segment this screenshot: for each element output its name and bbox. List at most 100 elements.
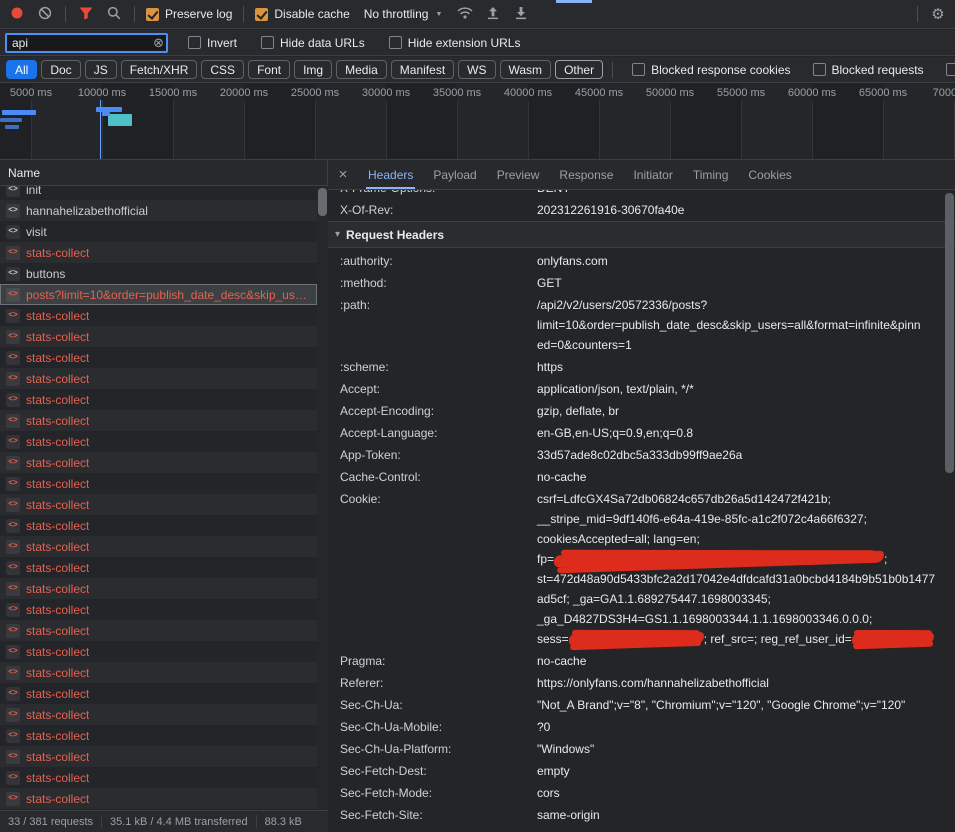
tab-response[interactable]: Response [549, 160, 623, 189]
request-row[interactable]: <>stats-collect [0, 557, 317, 578]
request-row[interactable]: <>stats-collect [0, 347, 317, 368]
filter-checkbox-blocked-requests[interactable]: Blocked requests [809, 63, 928, 77]
header-name: Cache-Control: [328, 467, 537, 487]
type-filter-wasm[interactable]: Wasm [500, 60, 552, 79]
throttling-dropdown[interactable]: No throttling ▼ [356, 7, 451, 21]
request-row[interactable]: <>stats-collect [0, 620, 317, 641]
request-row[interactable]: <>stats-collect [0, 536, 317, 557]
record-button[interactable] [4, 2, 30, 26]
script-icon: <> [6, 687, 20, 701]
type-filter-font[interactable]: Font [248, 60, 290, 79]
request-row[interactable]: <>stats-collect [0, 242, 317, 263]
request-list-scrollbar[interactable] [317, 186, 328, 810]
request-row[interactable]: <>stats-collect [0, 494, 317, 515]
search-button[interactable] [101, 2, 127, 26]
request-row[interactable]: <>stats-collect [0, 725, 317, 746]
request-row[interactable]: <>stats-collect [0, 788, 317, 809]
request-name: stats-collect [26, 582, 89, 596]
request-row[interactable]: <>posts?limit=10&order=publish_date_desc… [0, 284, 317, 305]
type-filter-fetch-xhr[interactable]: Fetch/XHR [121, 60, 198, 79]
request-headers-section-header[interactable]: ▾ Request Headers [328, 221, 955, 248]
scrollbar-thumb[interactable] [318, 188, 327, 216]
request-row[interactable]: <>stats-collect [0, 515, 317, 536]
request-row[interactable]: <>stats-collect [0, 431, 317, 452]
request-name: stats-collect [26, 309, 89, 323]
network-overview-timeline[interactable]: 5000 ms10000 ms15000 ms20000 ms25000 ms3… [0, 84, 955, 160]
type-filter-css[interactable]: CSS [201, 60, 244, 79]
request-row[interactable]: <>stats-collect [0, 704, 317, 725]
preserve-log-checkbox[interactable]: Preserve log [142, 7, 236, 21]
request-row[interactable]: <>stats-collect [0, 410, 317, 431]
type-filter-doc[interactable]: Doc [41, 60, 80, 79]
header-row: Sec-Ch-Ua-Platform:"Windows" [328, 738, 955, 760]
header-value: 202312261916-30670fa40e [537, 200, 955, 220]
tab-payload[interactable]: Payload [423, 160, 486, 189]
type-filter-media[interactable]: Media [336, 60, 387, 79]
disable-cache-checkbox[interactable]: Disable cache [251, 7, 353, 21]
tab-headers[interactable]: Headers [358, 160, 423, 189]
name-column-header[interactable]: Name [0, 160, 327, 186]
request-row[interactable]: <>stats-collect [0, 368, 317, 389]
close-icon[interactable]: × [328, 166, 358, 183]
request-row[interactable]: <>stats-collect [0, 599, 317, 620]
header-name: Pragma: [328, 651, 537, 671]
export-har-button[interactable] [508, 2, 534, 26]
request-row[interactable]: <>stats-collect [0, 578, 317, 599]
throttling-value: No throttling [364, 7, 429, 21]
request-row[interactable]: <>stats-collect [0, 683, 317, 704]
script-icon: <> [6, 477, 20, 491]
type-filter-ws[interactable]: WS [458, 60, 495, 79]
request-row[interactable]: <>stats-collect [0, 662, 317, 683]
header-value: empty [537, 761, 955, 781]
type-filter-img[interactable]: Img [294, 60, 332, 79]
script-icon: <> [6, 288, 20, 302]
filter-checkbox-blocked-response-cookies[interactable]: Blocked response cookies [628, 63, 794, 77]
header-value: 16785:5aad9602cf110608b03133de563642fac1… [537, 827, 955, 832]
header-value-text: same-origin [537, 808, 600, 822]
tab-preview[interactable]: Preview [487, 160, 550, 189]
header-value-line: cookiesAccepted=all; lang=en; [537, 529, 939, 549]
hide-data-urls-checkbox[interactable]: Hide data URLs [257, 36, 369, 50]
network-conditions-button[interactable] [452, 2, 478, 26]
type-filter-manifest[interactable]: Manifest [391, 60, 454, 79]
type-filter-other[interactable]: Other [555, 60, 603, 79]
request-row[interactable]: <>stats-collect [0, 767, 317, 788]
time-tick-label: 55000 ms [717, 87, 765, 99]
request-row[interactable]: <>stats-collect [0, 746, 317, 767]
detail-scrollbar-thumb[interactable] [945, 193, 954, 473]
script-icon: <> [6, 435, 20, 449]
tab-timing[interactable]: Timing [683, 160, 739, 189]
clear-button[interactable] [32, 2, 58, 26]
request-name: stats-collect [26, 645, 89, 659]
request-row[interactable]: <>stats-collect [0, 473, 317, 494]
settings-button[interactable]: ⚙ [925, 2, 951, 26]
filter-checkbox-3rd-party-requests[interactable]: 3rd-party requests [942, 63, 955, 77]
checkbox-label: Blocked requests [832, 63, 924, 77]
tab-cookies[interactable]: Cookies [738, 160, 801, 189]
request-row[interactable]: <>hannahelizabethofficial [0, 200, 317, 221]
script-icon: <> [6, 414, 20, 428]
request-row[interactable]: <>buttons [0, 263, 317, 284]
header-value-line: 202312261916-30670fa40e [537, 200, 939, 220]
request-row[interactable]: <>visit [0, 221, 317, 242]
request-row[interactable]: <>stats-collect [0, 452, 317, 473]
request-row[interactable]: <>stats-collect [0, 641, 317, 662]
header-row: Sec-Ch-Ua-Mobile:?0 [328, 716, 955, 738]
tab-initiator[interactable]: Initiator [623, 160, 682, 189]
overview-activity-bar [2, 110, 36, 115]
hide-extension-urls-checkbox[interactable]: Hide extension URLs [385, 36, 525, 50]
filter-button[interactable] [73, 2, 99, 26]
import-har-button[interactable] [480, 2, 506, 26]
type-filter-all[interactable]: All [6, 60, 37, 79]
type-filter-js[interactable]: JS [85, 60, 117, 79]
invert-checkbox[interactable]: Invert [184, 36, 241, 50]
request-row[interactable]: <>stats-collect [0, 326, 317, 347]
filter-input[interactable] [5, 33, 168, 53]
script-icon: <> [6, 729, 20, 743]
request-row[interactable]: <>stats-collect [0, 305, 317, 326]
header-row: :scheme:https [328, 356, 955, 378]
request-row[interactable]: <>stats-collect [0, 389, 317, 410]
request-row[interactable]: <>init [0, 186, 317, 200]
clear-filter-icon[interactable]: ⊗ [153, 35, 164, 50]
name-column-label: Name [8, 166, 40, 180]
